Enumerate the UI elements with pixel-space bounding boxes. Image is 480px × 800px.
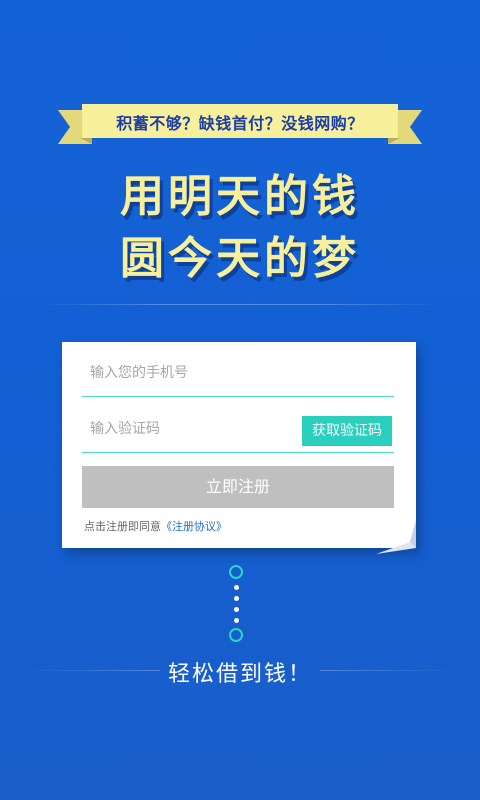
card-corner-fold <box>376 520 416 554</box>
headline-line-2: 圆今天的梦 <box>120 233 360 284</box>
agreement-text: 点击注册即同意《注册协议》 <box>84 518 227 534</box>
ring-icon <box>229 628 243 642</box>
ribbon-banner: 积蓄不够？缺钱首付？没钱网购？ <box>58 96 422 150</box>
headline-line-1: 用明天的钱 <box>120 171 360 222</box>
code-field: 获取验证码 <box>82 410 394 453</box>
divider <box>40 304 440 305</box>
phone-input[interactable] <box>88 364 292 382</box>
register-card: 获取验证码 立即注册 点击注册即同意《注册协议》 <box>62 342 416 548</box>
step-dots <box>229 565 243 645</box>
dot-icon <box>234 607 239 612</box>
dot-icon <box>234 618 239 623</box>
ribbon-text: 积蓄不够？缺钱首付？没钱网购？ <box>116 114 364 133</box>
tagline: 轻松借到钱！ <box>167 662 312 687</box>
code-input[interactable] <box>88 420 292 438</box>
agreement-link[interactable]: 《注册协议》 <box>161 520 227 533</box>
dot-icon <box>234 596 239 601</box>
phone-field <box>82 354 394 397</box>
ring-icon <box>229 565 243 579</box>
get-code-button[interactable]: 获取验证码 <box>302 416 392 446</box>
register-button[interactable]: 立即注册 <box>82 466 394 508</box>
dot-icon <box>234 585 239 590</box>
agreement-prefix: 点击注册即同意 <box>84 520 161 533</box>
